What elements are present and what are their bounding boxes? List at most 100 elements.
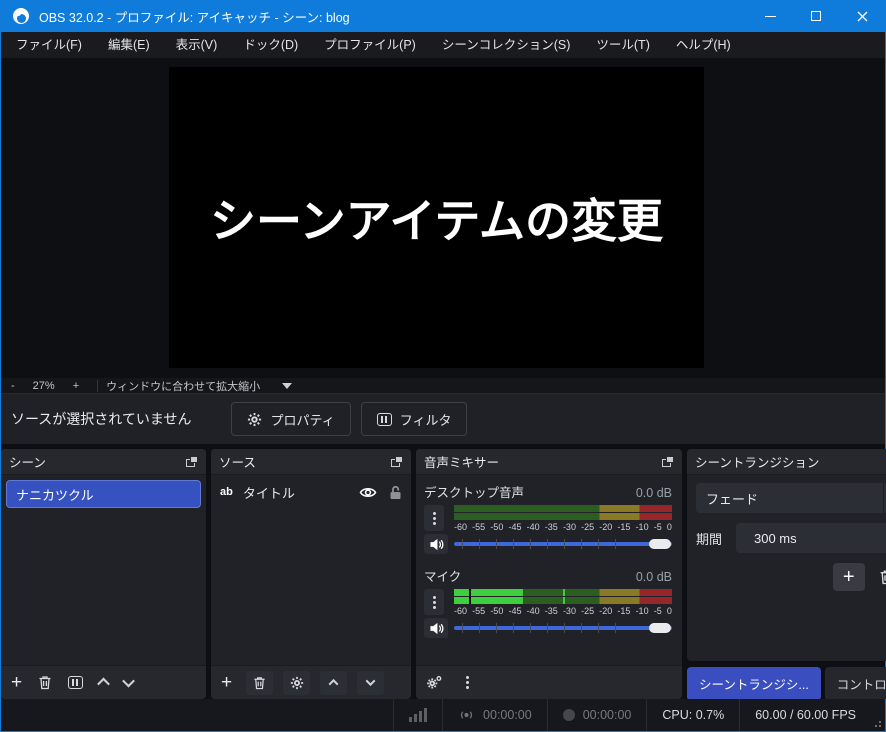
channel-menu-button[interactable] bbox=[424, 505, 444, 531]
move-scene-up-button[interactable] bbox=[99, 678, 108, 687]
audio-mixer-dock: 音声ミキサー デスクトップ音声 0.0 dB -60-55-50-45-40-3… bbox=[416, 449, 682, 699]
remove-scene-button[interactable] bbox=[38, 675, 52, 690]
channel-menu-button[interactable] bbox=[424, 589, 444, 615]
move-source-down-button[interactable] bbox=[357, 671, 384, 695]
scenes-toolbar: + bbox=[1, 665, 206, 699]
maximize-button[interactable] bbox=[793, 0, 839, 32]
mixer-channel-desktop-audio: デスクトップ音声 0.0 dB -60-55-50-45-40-35-30-25… bbox=[424, 482, 672, 554]
scene-item-selected[interactable]: ナニカツクル bbox=[6, 480, 201, 508]
properties-button[interactable]: プロパティ bbox=[231, 402, 350, 436]
minimize-button[interactable] bbox=[747, 0, 793, 32]
window-controls bbox=[747, 0, 885, 32]
no-source-message: ソースが選択されていません bbox=[11, 409, 191, 429]
speaker-icon bbox=[429, 538, 444, 551]
move-source-up-button[interactable] bbox=[320, 671, 347, 695]
source-properties-button[interactable] bbox=[283, 671, 310, 695]
remove-transition-button[interactable] bbox=[879, 569, 886, 585]
trash-icon bbox=[253, 676, 266, 690]
move-scene-down-button[interactable] bbox=[124, 678, 133, 687]
visibility-eye-icon[interactable] bbox=[359, 486, 377, 499]
menu-tools[interactable]: ツール(T) bbox=[583, 32, 662, 58]
source-list[interactable]: ab タイトル bbox=[211, 475, 411, 665]
advanced-audio-button[interactable] bbox=[426, 675, 442, 690]
fit-dropdown-arrow-icon[interactable] bbox=[282, 383, 292, 389]
transitions-dock-title: シーントランジション bbox=[695, 452, 819, 471]
scenes-dock-header[interactable]: シーン bbox=[1, 449, 206, 475]
zoom-level: 27% bbox=[25, 380, 63, 392]
slider-handle[interactable] bbox=[649, 623, 671, 633]
speaker-icon bbox=[429, 622, 444, 635]
mute-button[interactable] bbox=[424, 534, 448, 554]
zoom-in-button[interactable]: + bbox=[63, 380, 89, 392]
source-item-label: タイトル bbox=[243, 483, 295, 502]
volume-slider[interactable] bbox=[454, 619, 672, 637]
duration-value: 300 ms bbox=[736, 523, 886, 553]
popout-icon[interactable] bbox=[186, 456, 198, 467]
menu-profile[interactable]: プロファイル(P) bbox=[311, 32, 429, 58]
remove-source-button[interactable] bbox=[246, 671, 273, 695]
source-item[interactable]: ab タイトル bbox=[211, 477, 411, 507]
lock-icon[interactable] bbox=[389, 485, 402, 500]
add-source-button[interactable]: + bbox=[221, 673, 232, 692]
transitions-column: シーントランジション フェード 期間 300 ms bbox=[687, 449, 886, 699]
filters-button[interactable]: フィルタ bbox=[361, 402, 468, 436]
mixer-toolbar bbox=[416, 665, 682, 699]
tab-scene-transitions[interactable]: シーントランジシ... bbox=[687, 667, 821, 699]
title-bar[interactable]: OBS 32.0.2 - プロファイル: アイキャッチ - シーン: blog bbox=[1, 0, 885, 32]
minimize-icon bbox=[765, 16, 776, 17]
filters-icon bbox=[377, 413, 392, 426]
chevron-up-icon bbox=[97, 678, 110, 691]
kebab-icon bbox=[466, 676, 469, 689]
transition-select[interactable]: フェード bbox=[696, 483, 886, 513]
tab-controls[interactable]: コントロー... bbox=[825, 667, 886, 699]
meter-ticks: -60-55-50-45-40-35-30-25-20-15-10-50 bbox=[454, 522, 672, 532]
transitions-dock-header[interactable]: シーントランジション bbox=[687, 449, 886, 475]
menu-edit[interactable]: 編集(E) bbox=[95, 32, 163, 58]
add-transition-button[interactable]: + bbox=[833, 563, 865, 591]
sources-dock-header[interactable]: ソース bbox=[211, 449, 411, 475]
volume-meter: -60-55-50-45-40-35-30-25-20-15-10-50 bbox=[454, 589, 672, 616]
record-dot-icon bbox=[563, 709, 575, 721]
scene-item-label: ナニカツクル bbox=[16, 485, 94, 504]
program-canvas[interactable]: シーンアイテムの変更 bbox=[169, 67, 704, 368]
mute-button[interactable] bbox=[424, 618, 448, 638]
record-time: 00:00:00 bbox=[583, 708, 632, 722]
sources-toolbar: + bbox=[211, 665, 411, 699]
menu-view[interactable]: 表示(V) bbox=[163, 32, 231, 58]
close-button[interactable] bbox=[839, 0, 885, 32]
mixer-dock-header[interactable]: 音声ミキサー bbox=[416, 449, 682, 475]
channel-db-value: 0.0 dB bbox=[636, 486, 672, 500]
cpu-value: CPU: 0.7% bbox=[662, 708, 724, 722]
preview-area[interactable]: シーンアイテムの変更 bbox=[1, 58, 885, 378]
resize-grip[interactable] bbox=[871, 699, 885, 731]
scene-list[interactable]: ナニカツクル bbox=[1, 475, 206, 665]
menu-docks[interactable]: ドック(D) bbox=[230, 32, 311, 58]
volume-meter: -60-55-50-45-40-35-30-25-20-15-10-50 bbox=[454, 505, 672, 532]
fit-to-window-label[interactable]: ウィンドウに合わせて拡大縮小 bbox=[106, 378, 260, 394]
menu-scene-collection[interactable]: シーンコレクション(S) bbox=[429, 32, 584, 58]
popout-icon[interactable] bbox=[391, 456, 403, 467]
signal-bars-icon bbox=[409, 708, 427, 722]
scene-filters-button[interactable] bbox=[68, 676, 83, 689]
fps-display: 60.00 / 60.00 FPS bbox=[739, 699, 871, 731]
kebab-icon bbox=[433, 512, 436, 525]
mixer-menu-button[interactable] bbox=[466, 676, 469, 689]
chevron-up-icon bbox=[329, 679, 339, 689]
add-scene-button[interactable]: + bbox=[11, 673, 22, 692]
cpu-usage: CPU: 0.7% bbox=[646, 699, 739, 731]
slider-ticks bbox=[462, 623, 628, 633]
source-context-bar: ソースが選択されていません プロパティ フィルタ bbox=[1, 394, 885, 444]
popout-icon[interactable] bbox=[662, 456, 674, 467]
network-status bbox=[393, 699, 442, 731]
preview-zoom-bar: - 27% + ウィンドウに合わせて拡大縮小 bbox=[1, 378, 885, 394]
duration-spinbox[interactable]: 300 ms bbox=[736, 523, 886, 553]
mixer-body: デスクトップ音声 0.0 dB -60-55-50-45-40-35-30-25… bbox=[416, 475, 682, 665]
zoom-out-button[interactable]: - bbox=[1, 380, 25, 392]
channel-name: デスクトップ音声 bbox=[424, 482, 524, 501]
slider-handle[interactable] bbox=[649, 539, 671, 549]
menu-help[interactable]: ヘルプ(H) bbox=[663, 32, 744, 58]
menu-file[interactable]: ファイル(F) bbox=[3, 32, 95, 58]
volume-slider[interactable] bbox=[454, 535, 672, 553]
divider bbox=[97, 380, 98, 392]
stream-time: 00:00:00 bbox=[483, 708, 532, 722]
